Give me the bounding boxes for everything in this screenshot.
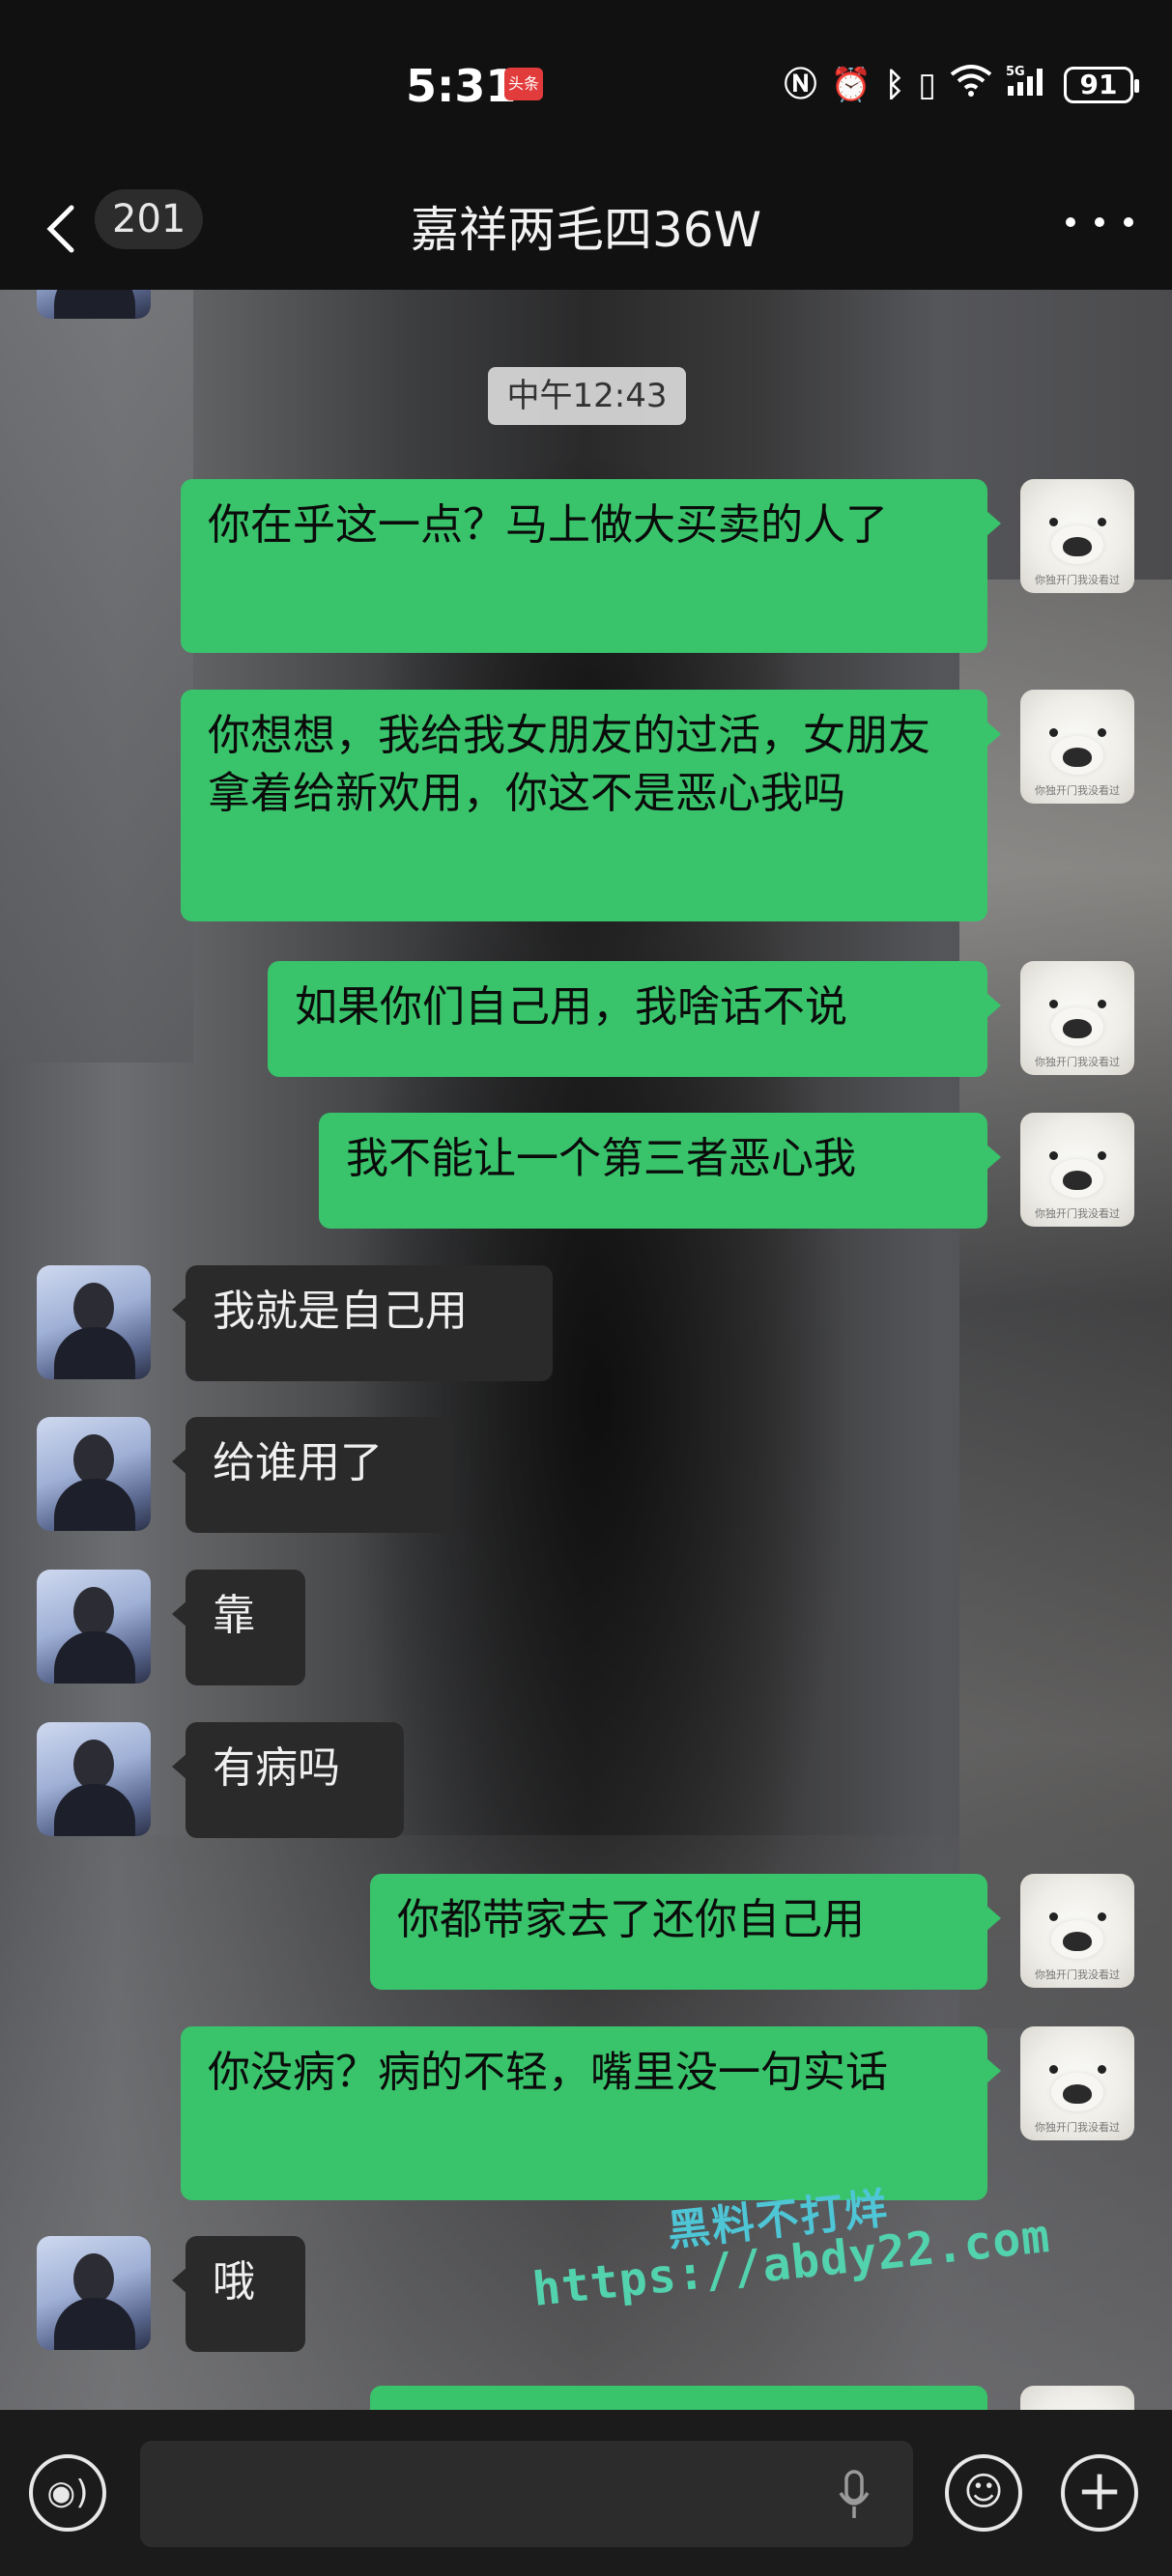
contact-avatar[interactable] [37,1417,151,1531]
outgoing-message[interactable]: 如果你们自己用，我啥话不说 [268,961,1001,1077]
chat-title: 嘉祥两毛四36W [410,202,762,258]
5g-signal-icon: 5G [1006,63,1050,108]
voice-input-icon[interactable]: ◉) [29,2454,106,2532]
clock: 5:31 [406,60,517,112]
my-avatar[interactable]: 你独开门我没看过 [1020,2026,1134,2140]
message-list[interactable]: 中午12:43 你在乎这一点？马上做大买卖的人了 你独开门我没看过 你想想，我给… [0,290,1172,2410]
my-avatar[interactable] [1020,2386,1134,2410]
input-bar: ◉) ☺ + [0,2410,1172,2576]
message-input[interactable] [140,2441,913,2547]
my-avatar[interactable]: 你独开门我没看过 [1020,1874,1134,1988]
outgoing-message[interactable]: 你想想，我给我女朋友的过活，女朋友拿着给新欢用，你这不是恶心我吗 [181,690,1001,921]
contact-avatar[interactable] [37,290,151,319]
system-icons: Ⓝ ⏰ ᛒ ▯ 5G 91 [784,63,1139,108]
outgoing-message[interactable]: 我不能让一个第三者恶心我 [319,1113,1001,1229]
outgoing-message-partial[interactable] [370,2386,987,2410]
incoming-message[interactable]: 给谁用了 [172,1417,454,1533]
nfc-icon: Ⓝ [784,66,817,104]
microphone-icon[interactable] [837,2468,872,2522]
status-bar: 5:31 头条 Ⓝ ⏰ ᛒ ▯ 5G 91 [0,0,1172,169]
emoji-icon[interactable]: ☺ [945,2454,1022,2532]
outgoing-message[interactable]: 你都带家去了还你自己用 [370,1874,1001,1990]
wifi-icon [950,63,992,108]
incoming-message[interactable]: 哦 [172,2236,305,2352]
message-timestamp: 中午12:43 [488,367,686,425]
outgoing-message[interactable]: 你没病？病的不轻，嘴里没一句实话 [181,2026,1001,2200]
add-attachment-icon[interactable]: + [1061,2454,1138,2532]
my-avatar[interactable]: 你独开门我没看过 [1020,479,1134,593]
contact-avatar[interactable] [37,1570,151,1684]
news-app-badge: 头条 [504,68,543,100]
bluetooth-icon: ᛒ [884,66,905,104]
outgoing-message[interactable]: 你在乎这一点？马上做大买卖的人了 [181,479,1001,653]
vibrate-icon: ▯ [918,66,936,104]
incoming-message[interactable]: 有病吗 [172,1722,404,1838]
contact-avatar[interactable] [37,2236,151,2350]
alarm-icon: ⏰ [830,66,872,104]
my-avatar[interactable]: 你独开门我没看过 [1020,961,1134,1075]
my-avatar[interactable]: 你独开门我没看过 [1020,1113,1134,1227]
my-avatar[interactable]: 你独开门我没看过 [1020,690,1134,804]
contact-avatar[interactable] [37,1265,151,1379]
svg-text:5G: 5G [1006,65,1025,79]
contact-avatar[interactable] [37,1722,151,1836]
background-photo-left [0,290,193,1062]
battery-indicator: 91 [1064,67,1139,103]
incoming-message[interactable]: 靠 [172,1570,305,1685]
incoming-message[interactable]: 我就是自己用 [172,1265,553,1381]
